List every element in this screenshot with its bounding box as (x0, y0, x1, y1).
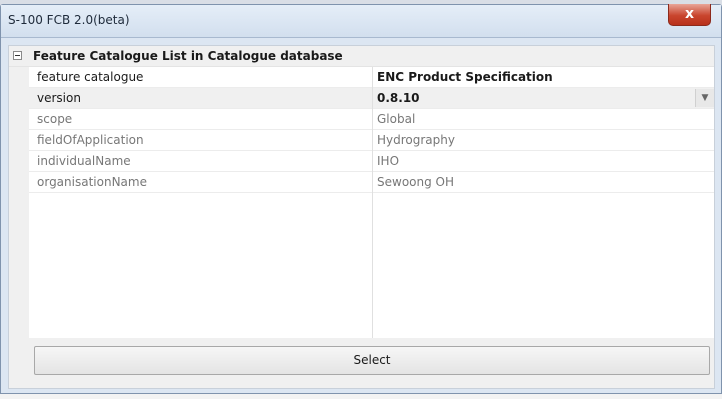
property-name: organisationName (37, 175, 147, 189)
property-value: Hydrography (377, 133, 455, 147)
button-panel: Select (9, 338, 714, 388)
collapse-icon[interactable] (13, 51, 22, 60)
client-area: Feature Catalogue List in Catalogue data… (8, 45, 715, 389)
property-value: Global (377, 112, 416, 126)
column-divider[interactable] (372, 67, 373, 338)
background-strip-bottom (0, 394, 722, 399)
property-name: version (37, 91, 81, 105)
category-label: Feature Catalogue List in Catalogue data… (33, 49, 343, 63)
property-value: IHO (377, 154, 400, 168)
property-name: individualName (37, 154, 131, 168)
property-value: Sewoong OH (377, 175, 455, 189)
close-button[interactable]: x (668, 4, 711, 26)
dropdown-arrow-icon[interactable]: ▼ (695, 89, 714, 107)
grid-gutter (9, 67, 29, 338)
category-row[interactable]: Feature Catalogue List in Catalogue data… (9, 46, 714, 67)
property-name: fieldOfApplication (37, 133, 144, 147)
property-name: scope (37, 112, 73, 126)
title-bar[interactable]: S-100 FCB 2.0(beta) x (1, 4, 721, 38)
select-button[interactable]: Select (34, 346, 710, 375)
property-name: feature catalogue (37, 70, 144, 84)
close-icon: x (684, 6, 695, 22)
window-title: S-100 FCB 2.0(beta) (8, 13, 130, 27)
property-value: ENC Product Specification (377, 70, 553, 84)
property-grid: Feature Catalogue List in Catalogue data… (9, 46, 714, 338)
property-value[interactable]: 0.8.10 (377, 91, 420, 105)
dialog-window: S-100 FCB 2.0(beta) x Feature Catalogue … (0, 4, 722, 394)
